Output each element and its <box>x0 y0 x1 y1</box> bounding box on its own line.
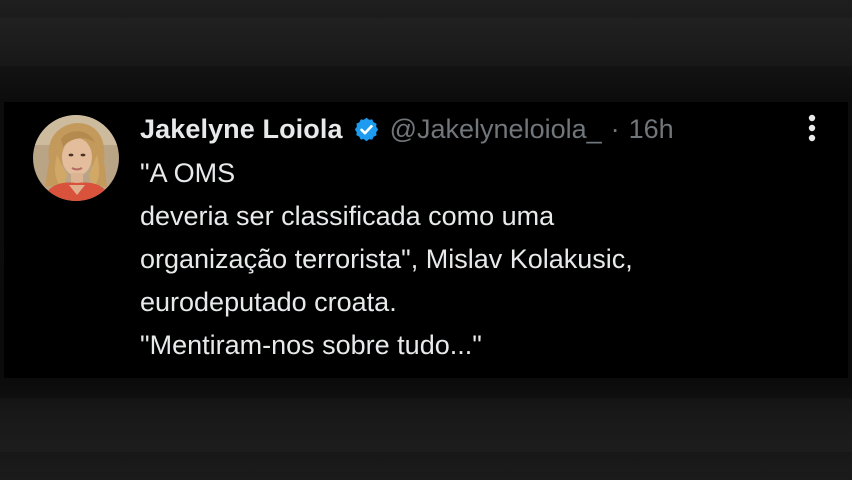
tweet-text-line: deveria ser classificada como uma <box>140 201 555 231</box>
tweet-card[interactable]: Jakelyne Loiola @Jakelyneloiola_ · 16h "… <box>4 102 848 378</box>
avatar-photo-icon <box>33 115 119 201</box>
user-handle[interactable]: @Jakelyneloiola_ <box>390 114 602 145</box>
tweet-text-line: "Mentiram-nos sobre tudo..." <box>140 330 482 360</box>
tweet-text: "A OMS deveria ser classificada como uma… <box>140 152 840 367</box>
more-options-button[interactable] <box>798 110 826 146</box>
tweet-text-line: eurodeputado croata. <box>140 287 397 317</box>
more-vertical-icon <box>808 114 816 142</box>
background-band-bottom <box>0 398 852 452</box>
tweet-header: Jakelyne Loiola @Jakelyneloiola_ · 16h <box>140 112 674 146</box>
verified-badge-icon <box>353 116 380 143</box>
background-band-top <box>0 18 852 66</box>
separator-dot: · <box>610 113 620 144</box>
tweet-text-line: "A OMS <box>140 158 236 188</box>
tweet-timestamp[interactable]: 16h <box>629 114 674 145</box>
tweet-text-line: organização terrorista", Mislav Kolakusi… <box>140 244 633 274</box>
display-name[interactable]: Jakelyne Loiola <box>140 114 343 145</box>
avatar[interactable] <box>33 115 119 201</box>
